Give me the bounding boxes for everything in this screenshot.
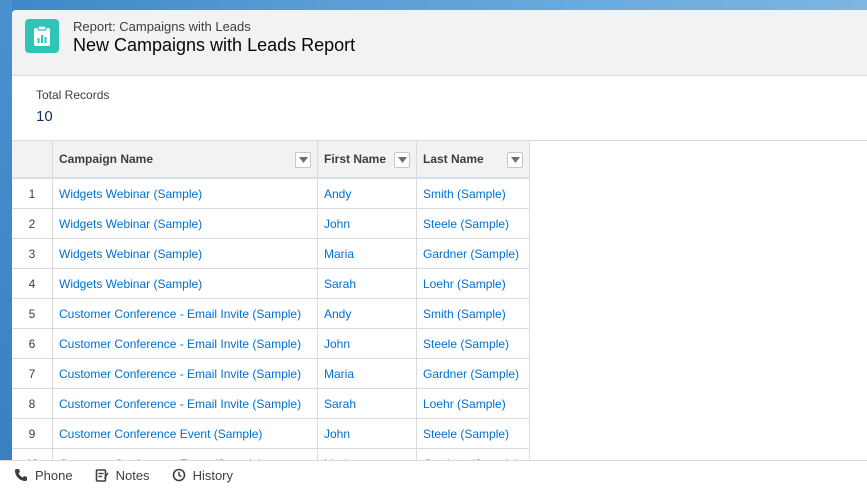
- report-table: Campaign Name First Name Last Name 1 Wid…: [12, 141, 530, 460]
- column-header-last-name[interactable]: Last Name: [416, 141, 530, 179]
- campaign-name-link[interactable]: Customer Conference Event (Sample): [52, 448, 318, 460]
- chevron-down-icon[interactable]: [295, 152, 311, 168]
- phone-icon: [15, 469, 27, 481]
- column-header-first-name[interactable]: First Name: [317, 141, 417, 179]
- utility-item-history[interactable]: History: [172, 468, 233, 483]
- last-name-link[interactable]: Loehr (Sample): [416, 388, 530, 419]
- total-records-value: 10: [36, 108, 53, 125]
- last-name-link[interactable]: Loehr (Sample): [416, 268, 530, 299]
- report-table-container[interactable]: Campaign Name First Name Last Name 1 Wid…: [12, 140, 867, 460]
- row-number: 4: [12, 268, 53, 299]
- first-name-link[interactable]: Maria: [317, 448, 417, 460]
- first-name-link[interactable]: John: [317, 418, 417, 449]
- campaign-name-link[interactable]: Widgets Webinar (Sample): [52, 268, 318, 299]
- utility-item-phone[interactable]: Phone: [14, 468, 73, 483]
- utility-bar: Phone Notes History: [0, 460, 867, 489]
- last-name-link[interactable]: Gardner (Sample): [416, 238, 530, 269]
- page-kicker: Report: Campaigns with Leads: [73, 19, 251, 34]
- first-name-link[interactable]: Maria: [317, 358, 417, 389]
- chevron-down-icon[interactable]: [394, 152, 410, 168]
- first-name-link[interactable]: John: [317, 208, 417, 239]
- last-name-link[interactable]: Gardner (Sample): [416, 358, 530, 389]
- table-row: 2 Widgets Webinar (Sample) John Steele (…: [12, 208, 530, 239]
- campaign-name-link[interactable]: Customer Conference Event (Sample): [52, 418, 318, 449]
- first-name-link[interactable]: Andy: [317, 178, 417, 209]
- table-row: 8 Customer Conference - Email Invite (Sa…: [12, 388, 530, 419]
- background-side: [0, 0, 12, 488]
- utility-label: Phone: [35, 467, 73, 483]
- page-title: New Campaigns with Leads Report: [73, 35, 356, 55]
- last-name-link[interactable]: Steele (Sample): [416, 418, 530, 449]
- column-label: Last Name: [423, 152, 484, 166]
- first-name-link[interactable]: Sarah: [317, 268, 417, 299]
- report-icon: [25, 19, 59, 53]
- table-header-row: Campaign Name First Name Last Name: [12, 141, 530, 179]
- row-number: 2: [12, 208, 53, 239]
- row-number: 7: [12, 358, 53, 389]
- row-number: 6: [12, 328, 53, 359]
- first-name-link[interactable]: Andy: [317, 298, 417, 329]
- campaign-name-link[interactable]: Widgets Webinar (Sample): [52, 238, 318, 269]
- table-row: 5 Customer Conference - Email Invite (Sa…: [12, 298, 530, 329]
- last-name-link[interactable]: Steele (Sample): [416, 328, 530, 359]
- row-number: 5: [12, 298, 53, 329]
- column-label: First Name: [324, 152, 387, 166]
- table-row: 3 Widgets Webinar (Sample) Maria Gardner…: [12, 238, 530, 269]
- table-row: 4 Widgets Webinar (Sample) Sarah Loehr (…: [12, 268, 530, 299]
- utility-label: Notes: [115, 467, 150, 483]
- first-name-link[interactable]: John: [317, 328, 417, 359]
- campaign-name-link[interactable]: Customer Conference - Email Invite (Samp…: [52, 328, 318, 359]
- clock-icon: [172, 468, 185, 482]
- table-row: 9 Customer Conference Event (Sample) Joh…: [12, 418, 530, 449]
- column-header-campaign-name[interactable]: Campaign Name: [52, 141, 318, 179]
- last-name-link[interactable]: Steele (Sample): [416, 208, 530, 239]
- row-number: 1: [12, 178, 53, 209]
- campaign-name-link[interactable]: Customer Conference - Email Invite (Samp…: [52, 388, 318, 419]
- table-row: 10 Customer Conference Event (Sample) Ma…: [12, 448, 530, 460]
- campaign-name-link[interactable]: Customer Conference - Email Invite (Samp…: [52, 358, 318, 389]
- total-records-label: Total Records: [36, 88, 110, 102]
- utility-item-notes[interactable]: Notes: [95, 468, 150, 483]
- chevron-down-icon[interactable]: [507, 152, 523, 168]
- table-row: 7 Customer Conference - Email Invite (Sa…: [12, 358, 530, 389]
- notes-icon: [95, 469, 109, 482]
- column-label: Campaign Name: [59, 152, 154, 166]
- table-row: 6 Customer Conference - Email Invite (Sa…: [12, 328, 530, 359]
- row-number: 9: [12, 418, 53, 449]
- row-number-header: [12, 141, 53, 179]
- row-number: 3: [12, 238, 53, 269]
- report-card: Report: Campaigns with Leads New Campaig…: [12, 10, 867, 460]
- last-name-link[interactable]: Gardner (Sample): [416, 448, 530, 460]
- campaign-name-link[interactable]: Customer Conference - Email Invite (Samp…: [52, 298, 318, 329]
- row-number: 8: [12, 388, 53, 419]
- page-header: Report: Campaigns with Leads New Campaig…: [12, 10, 867, 76]
- last-name-link[interactable]: Smith (Sample): [416, 298, 530, 329]
- campaign-name-link[interactable]: Widgets Webinar (Sample): [52, 208, 318, 239]
- utility-label: History: [192, 467, 234, 483]
- first-name-link[interactable]: Sarah: [317, 388, 417, 419]
- row-number: 10: [12, 448, 53, 460]
- campaign-name-link[interactable]: Widgets Webinar (Sample): [52, 178, 318, 209]
- first-name-link[interactable]: Maria: [317, 238, 417, 269]
- record-summary: Total Records 10: [36, 88, 109, 125]
- last-name-link[interactable]: Smith (Sample): [416, 178, 530, 209]
- table-row: 1 Widgets Webinar (Sample) Andy Smith (S…: [12, 178, 530, 209]
